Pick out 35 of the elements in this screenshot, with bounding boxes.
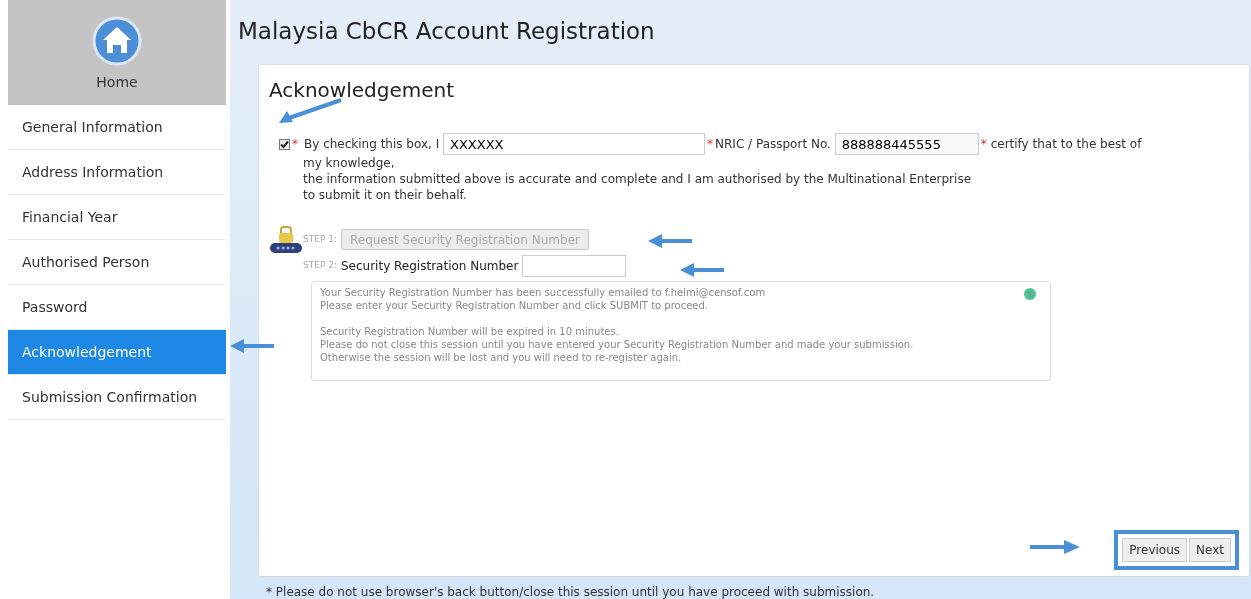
section-heading: Acknowledgement (269, 77, 456, 104)
field-label: Security Registration Number (340, 258, 519, 275)
sidebar-item[interactable]: Acknowledgement (8, 330, 226, 375)
required-mark: * (980, 136, 987, 151)
home-label: Home (96, 73, 138, 92)
home-header[interactable]: Home (8, 0, 226, 105)
required-mark: * (292, 136, 298, 151)
step-label: STEP 1: (303, 232, 337, 246)
declaration-text: to submit it on their behalf. (303, 188, 467, 202)
annotation-arrow-icon (1030, 539, 1080, 555)
page-title: Malaysia CbCR Account Registration (238, 17, 656, 46)
annotation-arrow-icon (680, 262, 724, 278)
info-icon (1024, 288, 1036, 300)
required-mark: * (707, 136, 714, 151)
message-text: Please do not close this session until you have entered your Security Registration Number and made your submission. (320, 338, 914, 351)
field-label: NRIC / Passport No. (715, 136, 832, 151)
checkbox[interactable] (279, 138, 290, 150)
declaration-text: my knowledge, (303, 156, 395, 170)
nav-button[interactable]: Previous (1122, 538, 1188, 562)
annotation-arrow-icon (648, 233, 692, 249)
footer-note: * Please do not use browser's back button/close this session until you have proceed with submission. (265, 584, 876, 599)
name-field[interactable]: XXXXXX (443, 133, 706, 155)
declaration-text: By checking this box, I (304, 136, 441, 151)
message-text: Please enter your Security Registration Number and click SUBMIT to proceed. (320, 299, 710, 312)
padlock-icon (269, 225, 303, 255)
message-text: Your Security Registration Number has been successfully emailed to f.helmi@censof.com (320, 286, 766, 299)
nric-field[interactable]: 888888445555 (834, 133, 979, 155)
step-label: STEP 2: (303, 259, 337, 273)
declaration-text: the information submitted above is accurate and complete and I am authorised by the Multinational Enterprise (303, 172, 971, 186)
message-text: Security Registration Number will be expired in 10 minutes. (320, 325, 620, 338)
nav-button[interactable]: Next (1189, 538, 1231, 562)
registration-number-field[interactable] (522, 255, 627, 277)
annotation-arrow-icon (230, 338, 274, 354)
declaration-text: certify that to the best of (990, 136, 1142, 151)
message-text: Otherwise the session will be lost and you will need to re-register again. (320, 351, 683, 364)
